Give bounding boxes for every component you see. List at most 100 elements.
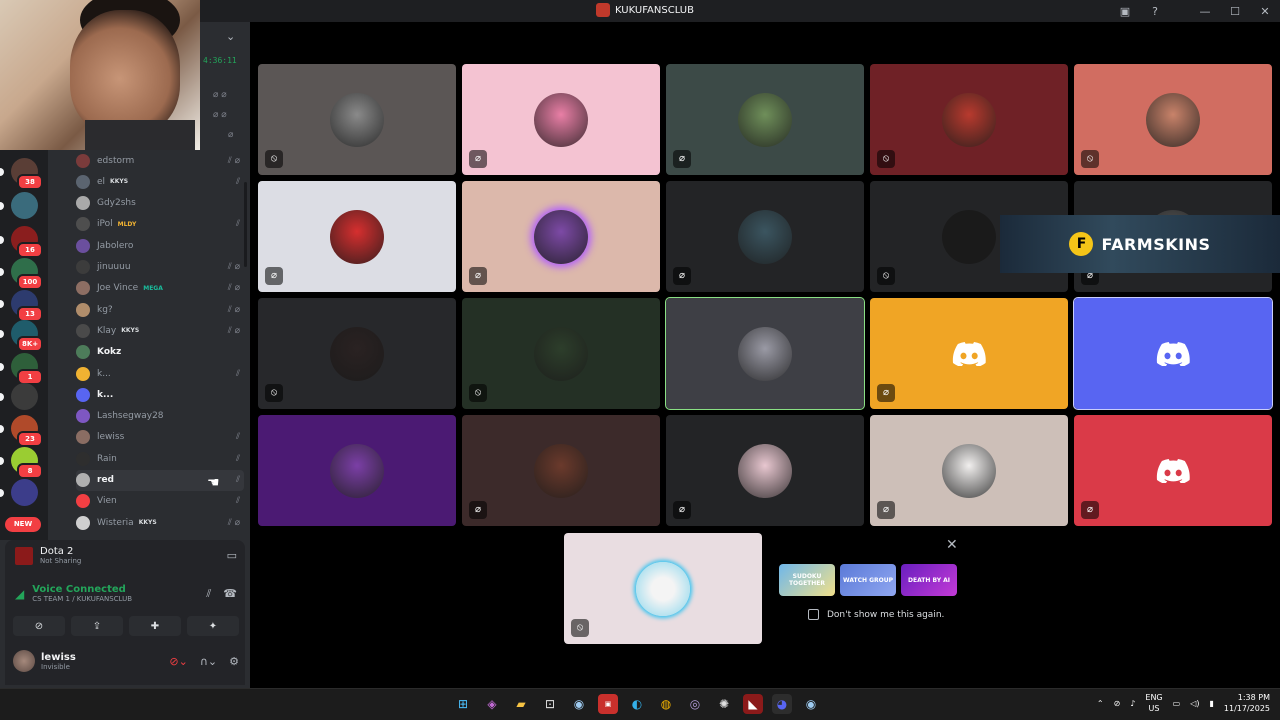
clock[interactable]: 1:38 PM 11/17/2025 xyxy=(1224,692,1270,714)
video-tile[interactable]: ⌀ xyxy=(666,64,864,175)
server-icon[interactable] xyxy=(11,192,38,219)
avatar xyxy=(76,153,90,168)
farmskins-ad[interactable]: F FARMSKINS xyxy=(1000,215,1280,273)
settings-gear-icon[interactable]: ⚙ xyxy=(229,655,239,668)
checkbox[interactable] xyxy=(808,609,819,620)
app-icon[interactable]: ✺ xyxy=(714,694,734,714)
battery-icon[interactable]: ▮ xyxy=(1209,699,1213,708)
video-tile[interactable] xyxy=(1073,297,1273,410)
voice-member[interactable]: Vien ⫽ xyxy=(76,491,244,512)
voice-member[interactable]: Joe Vince MEGA ⫽ ⌀ xyxy=(76,278,244,299)
help-icon[interactable]: ? xyxy=(1140,5,1170,18)
steam-icon[interactable]: ◉ xyxy=(569,694,589,714)
voice-member[interactable]: Wisteria KKYS ⫽ ⌀ xyxy=(76,512,244,533)
voice-member[interactable]: iPol MLDY ⫽ xyxy=(76,214,244,235)
screen-share-icon[interactable]: ▭ xyxy=(227,549,237,562)
voice-status[interactable]: Voice Connected xyxy=(32,584,132,595)
voice-member[interactable]: Jabolero xyxy=(76,235,244,256)
voice-member[interactable]: Kokz xyxy=(76,342,244,363)
store-icon[interactable]: ⊡ xyxy=(540,694,560,714)
video-tile[interactable]: ⦸ xyxy=(258,64,456,175)
video-tile[interactable]: ⦸ xyxy=(258,298,456,409)
camera-off-button[interactable]: ⊘ xyxy=(13,616,65,636)
video-tile[interactable] xyxy=(665,297,865,410)
voice-member[interactable]: Gdy2shs xyxy=(76,193,244,214)
voice-member[interactable]: kg? ⫽ ⌀ xyxy=(76,299,244,320)
microphone-icon[interactable]: ♪ xyxy=(1130,699,1135,708)
video-tile[interactable]: ⌀ xyxy=(258,181,456,292)
video-tile[interactable]: ⌀ xyxy=(462,64,660,175)
camera-off-icon: ⦸ xyxy=(265,384,283,402)
scrollbar[interactable] xyxy=(244,182,247,267)
server-icon[interactable] xyxy=(11,479,38,506)
mute-deafen-icons: ⫽ ⌀ xyxy=(227,262,240,272)
voice-member[interactable]: el KKYS ⫽ xyxy=(76,171,244,192)
disconnect-icon[interactable]: ☎ xyxy=(223,587,237,601)
voice-member[interactable]: Klay KKYS ⫽ ⌀ xyxy=(76,320,244,341)
discord-taskbar-icon[interactable]: ◕ xyxy=(772,694,792,714)
noise-suppression-icon[interactable]: ⫽ xyxy=(206,587,211,601)
app-icon[interactable]: ▣ xyxy=(598,694,618,714)
video-tile[interactable]: ⌀ xyxy=(870,298,1068,409)
network-icon[interactable]: ▭ xyxy=(1173,699,1181,708)
dota-taskbar-icon[interactable]: ◣ xyxy=(743,694,763,714)
new-badge[interactable]: NEW xyxy=(5,517,41,532)
focused-video-tile[interactable]: ⦸ xyxy=(564,533,762,644)
video-tile[interactable]: ⌀ xyxy=(462,181,660,292)
time-label: 1:38 PM xyxy=(1237,693,1270,702)
video-tile[interactable]: ⦸ xyxy=(1074,64,1272,175)
avatar[interactable] xyxy=(13,650,35,672)
member-name: Lashsegway28 xyxy=(97,411,164,422)
video-tile[interactable]: ⌀ xyxy=(666,181,864,292)
chrome-icon[interactable]: ◍ xyxy=(656,694,676,714)
close-icon[interactable]: ✕ xyxy=(946,537,958,553)
soundboard-button[interactable]: ✦ xyxy=(187,616,239,636)
maximize-icon[interactable]: ☐ xyxy=(1220,5,1250,18)
video-tile[interactable] xyxy=(258,415,456,526)
video-tile[interactable]: ⌀ xyxy=(462,415,660,526)
dont-show-again[interactable]: Don't show me this again. xyxy=(808,609,944,620)
video-tile[interactable]: ⦸ xyxy=(462,298,660,409)
voice-member[interactable]: Rain ⫽ xyxy=(76,448,244,469)
unread-pill xyxy=(0,393,4,401)
steam-taskbar-icon[interactable]: ◉ xyxy=(801,694,821,714)
inbox-icon[interactable]: ▣ xyxy=(1110,5,1140,18)
server-icon[interactable] xyxy=(11,383,38,410)
video-tile[interactable]: ⦸ xyxy=(870,64,1068,175)
chevron-down-icon[interactable]: ⌄ xyxy=(226,30,235,43)
close-window-icon[interactable]: ✕ xyxy=(1250,5,1280,18)
game-card-death-by-ai[interactable]: DEATH BY AI xyxy=(901,564,957,596)
edge-icon[interactable]: ◐ xyxy=(627,694,647,714)
voice-member[interactable]: jinuuuu ⫽ ⌀ xyxy=(76,257,244,278)
game-card-sudoku[interactable]: SUDOKU TOGETHER xyxy=(779,564,835,596)
avatar xyxy=(738,443,792,498)
username[interactable]: lewiss xyxy=(41,652,76,663)
voice-channel[interactable]: CS TEAM 1 / KUKUFANSCLUB xyxy=(32,595,132,603)
activities-button[interactable]: ✚ xyxy=(129,616,181,636)
chevron-up-icon[interactable]: ⌃ xyxy=(1097,699,1104,708)
voice-member[interactable]: edstorm ⫽ ⌀ xyxy=(76,150,244,171)
voice-member[interactable]: lewiss ⫽ xyxy=(76,427,244,448)
video-tile[interactable]: ⌀ xyxy=(1074,415,1272,526)
game-card-watch[interactable]: WATCH GROUP xyxy=(840,564,896,596)
voice-member[interactable]: k... xyxy=(76,384,244,405)
mic-muted-icon[interactable]: ⊘⌄ xyxy=(169,655,187,668)
file-explorer-icon[interactable]: ▰ xyxy=(511,694,531,714)
headphones-icon[interactable]: ∩⌄ xyxy=(200,655,217,668)
signal-icon[interactable]: ◢ xyxy=(15,587,24,601)
start-icon[interactable]: ⊞ xyxy=(453,694,473,714)
video-tile[interactable]: ⌀ xyxy=(870,415,1068,526)
avatar xyxy=(534,92,588,147)
minimize-icon[interactable]: — xyxy=(1190,5,1220,18)
voice-member[interactable]: Lashsegway28 xyxy=(76,406,244,427)
unread-pill xyxy=(0,268,4,276)
app-icon[interactable]: ◎ xyxy=(685,694,705,714)
voice-member[interactable]: k... ⫽ xyxy=(76,363,244,384)
mic-muted-icon: ⌀ xyxy=(673,501,691,519)
language-indicator[interactable]: ENG US xyxy=(1145,692,1162,714)
tray-icon[interactable]: ⊘ xyxy=(1114,699,1121,708)
volume-icon[interactable]: ◁) xyxy=(1190,699,1199,708)
copilot-icon[interactable]: ◈ xyxy=(482,694,502,714)
share-screen-button[interactable]: ⇪ xyxy=(71,616,123,636)
video-tile[interactable]: ⌀ xyxy=(666,415,864,526)
